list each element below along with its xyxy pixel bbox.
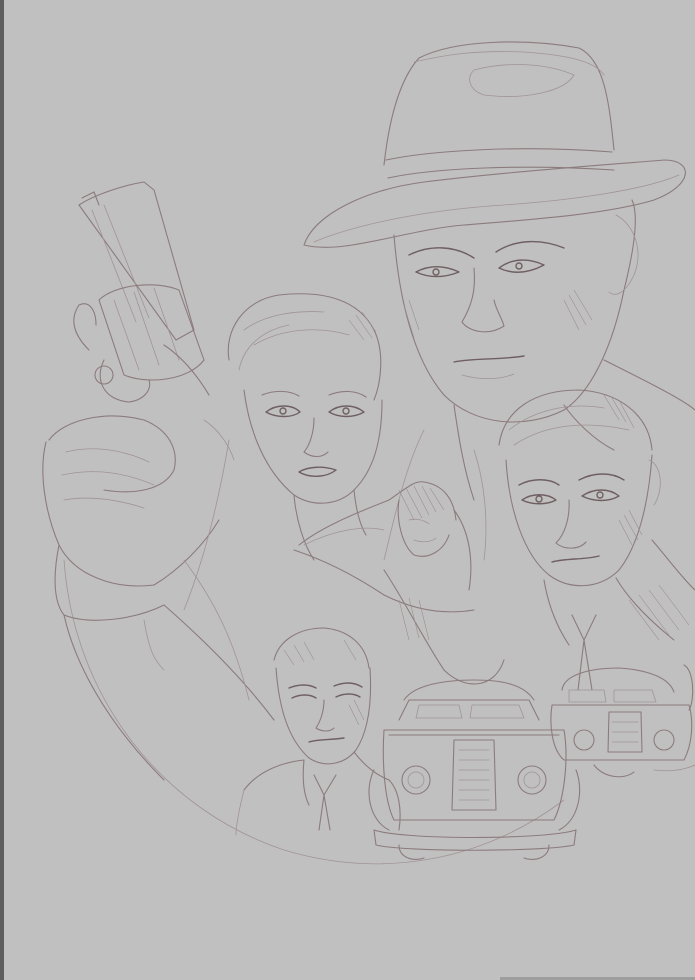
pencil-sketch	[42, 41, 695, 865]
suited-man-portrait	[235, 627, 401, 836]
reclining-woman	[293, 481, 505, 685]
canvas-stage	[0, 0, 695, 980]
vintage-car-front	[368, 679, 581, 861]
composition-circle-guide	[63, 559, 565, 865]
vintage-car-right	[550, 667, 695, 778]
sketch-artboard[interactable]	[4, 0, 695, 980]
fedora-man-portrait	[303, 41, 695, 561]
revolver-hand	[42, 181, 275, 781]
woman-portrait	[227, 293, 383, 561]
young-man-portrait	[498, 389, 695, 711]
construction-lines	[143, 419, 487, 701]
